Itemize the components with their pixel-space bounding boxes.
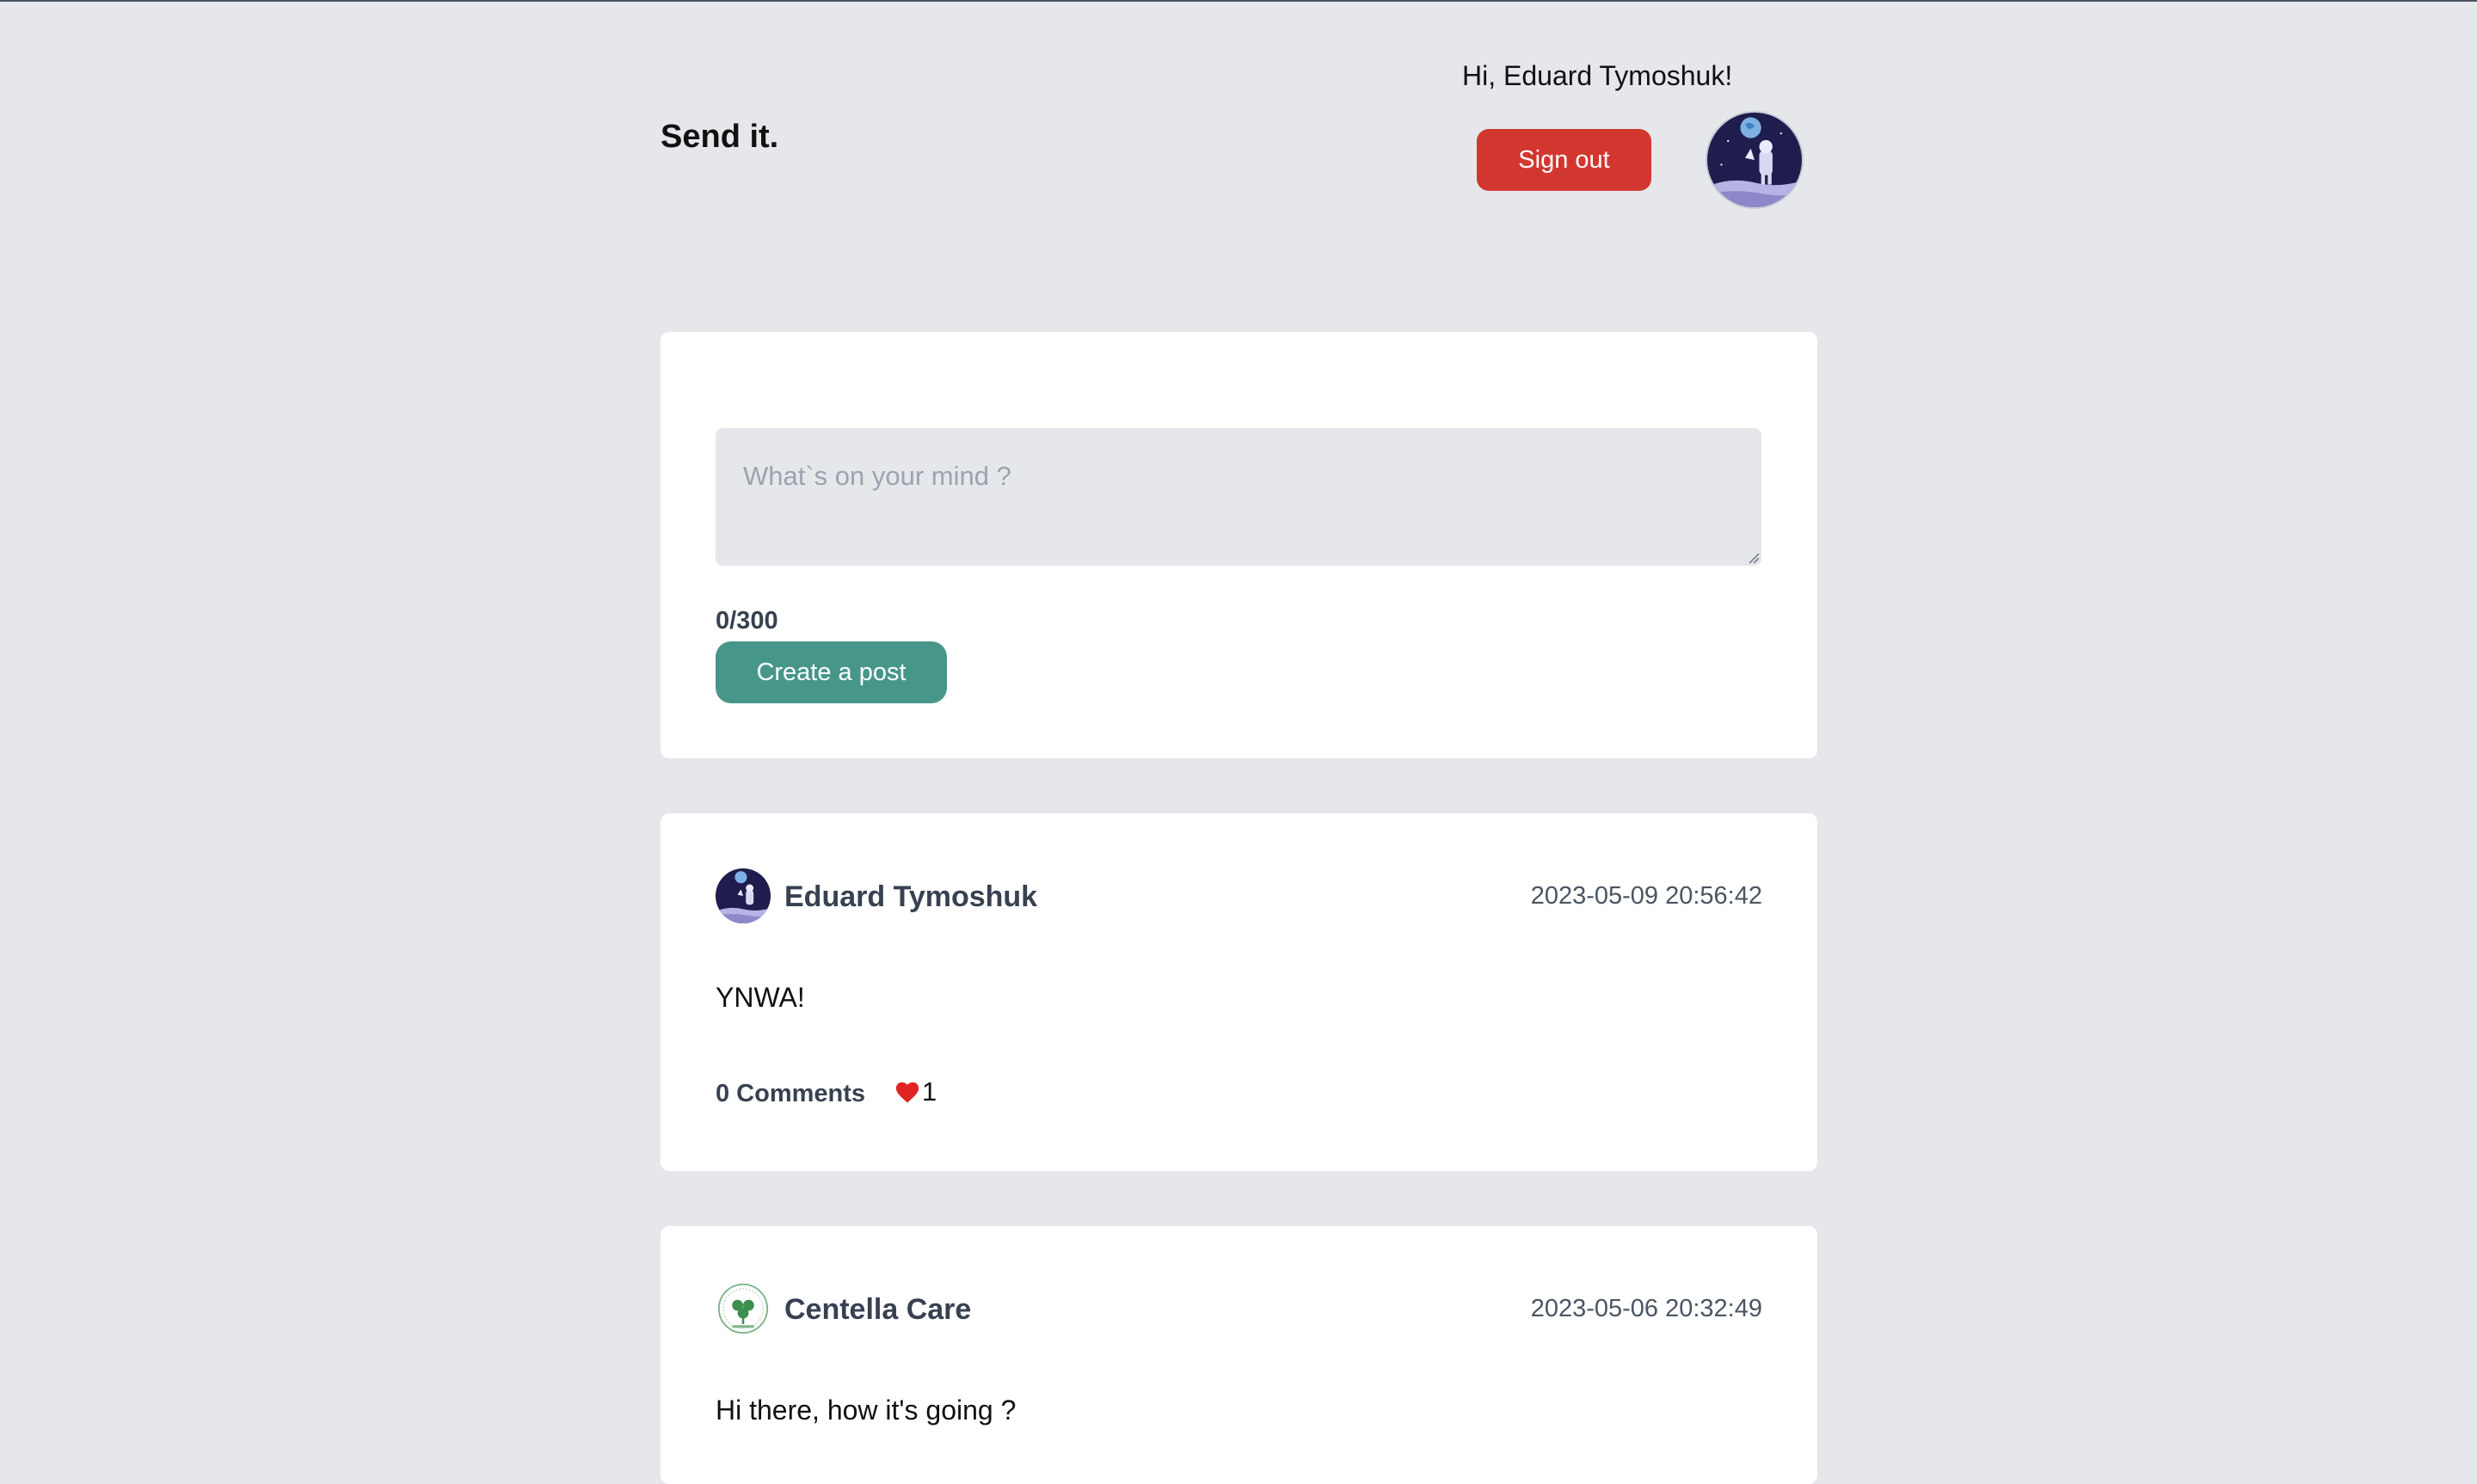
sign-out-button[interactable]: Sign out [1477, 129, 1651, 191]
post-input[interactable] [716, 428, 1761, 566]
post-timestamp: 2023-05-06 20:32:49 [1530, 1295, 1762, 1322]
astronaut-avatar-icon [716, 868, 771, 923]
window-top-border [0, 0, 2477, 2]
post-content: YNWA! [716, 982, 805, 1013]
post-card: Centella Care 2023-05-06 20:32:49 Hi the… [661, 1226, 1817, 1484]
post-author-avatar[interactable] [716, 1281, 771, 1336]
user-avatar[interactable] [1706, 111, 1804, 209]
like-count: 1 [922, 1076, 937, 1107]
user-greeting: Hi, Eduard Tymoshuk! [1462, 60, 1733, 91]
post-author-name[interactable]: Centella Care [784, 1293, 971, 1327]
post-author-avatar[interactable] [716, 868, 771, 923]
heart-icon [895, 1082, 919, 1103]
post-card: Eduard Tymoshuk 2023-05-09 20:56:42 YNWA… [661, 813, 1817, 1171]
create-post-card: 0/300 Create a post [661, 332, 1817, 758]
post-content: Hi there, how it's going ? [716, 1395, 1017, 1426]
astronaut-avatar-icon [1707, 113, 1802, 207]
character-counter: 0/300 [716, 607, 778, 635]
create-post-button[interactable]: Create a post [716, 641, 947, 703]
like-button[interactable]: 1 [894, 1076, 937, 1107]
brand-logo-text[interactable]: Send it. [661, 119, 778, 156]
post-author-name[interactable]: Eduard Tymoshuk [784, 880, 1037, 914]
centella-leaf-logo-icon [716, 1281, 771, 1336]
post-timestamp: 2023-05-09 20:56:42 [1530, 882, 1762, 910]
comments-link[interactable]: 0 Comments [716, 1080, 865, 1108]
resize-handle-icon[interactable] [1748, 552, 1760, 564]
